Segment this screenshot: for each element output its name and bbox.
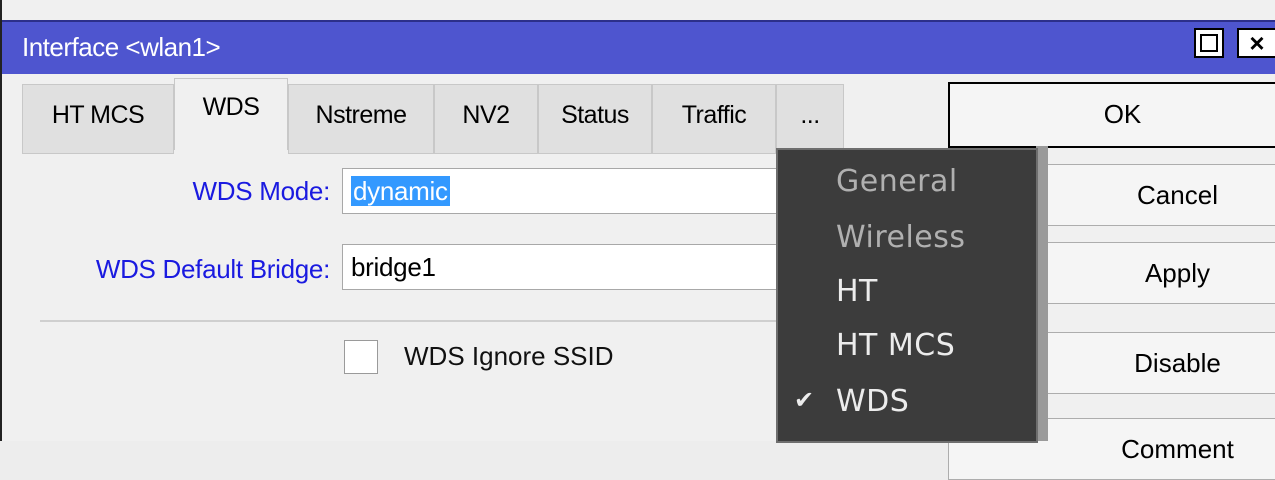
menu-shadow [1036, 146, 1048, 441]
tabs-dropdown-menu: General Wireless HT HT MCS WDS [778, 150, 1036, 441]
menu-item-ht[interactable]: HT [836, 274, 878, 309]
ok-button-label: OK [1103, 99, 1142, 129]
title-bar[interactable]: Interface <wlan1> [2, 20, 1275, 74]
wds-ignore-ssid-checkbox[interactable] [344, 340, 378, 374]
wds-default-bridge-value: bridge1 [351, 252, 436, 282]
tab-ht-mcs[interactable]: HT MCS [22, 84, 174, 154]
wds-mode-select[interactable]: dynamic [342, 168, 782, 214]
form-divider [40, 320, 782, 322]
check-icon: ✔ [794, 387, 815, 414]
wds-mode-value: dynamic [351, 176, 450, 206]
close-button[interactable]: × [1237, 28, 1275, 58]
maximize-button[interactable] [1194, 28, 1224, 58]
menu-item-general[interactable]: General [836, 164, 958, 199]
menu-item-wireless[interactable]: Wireless [836, 220, 966, 255]
tab-wds[interactable]: WDS [174, 78, 288, 150]
tab-nv2[interactable]: NV2 [434, 84, 538, 154]
ok-button[interactable]: OK [948, 82, 1275, 148]
wds-ignore-ssid-label[interactable]: WDS Ignore SSID [404, 341, 614, 372]
wds-mode-label: WDS Mode: [192, 176, 331, 206]
tab-status[interactable]: Status [538, 84, 652, 154]
interface-window: Interface <wlan1> × HT MCS WDS Nstreme N… [0, 0, 1275, 480]
wds-default-bridge-select[interactable]: bridge1 [342, 244, 782, 290]
window-title: Interface <wlan1> [22, 32, 221, 62]
menu-item-wds[interactable]: WDS [836, 384, 909, 419]
tab-more[interactable]: ... [776, 84, 844, 154]
wds-default-bridge-label: WDS Default Bridge: [95, 254, 330, 284]
tab-nstreme[interactable]: Nstreme [288, 84, 434, 154]
tab-traffic[interactable]: Traffic [652, 84, 776, 154]
menu-item-ht-mcs[interactable]: HT MCS [836, 328, 955, 363]
